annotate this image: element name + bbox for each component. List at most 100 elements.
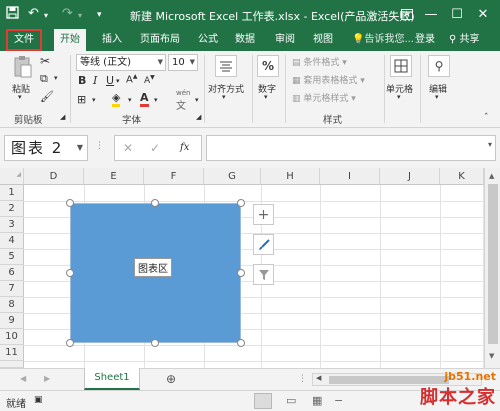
vertical-scroll-thumb[interactable]	[488, 184, 498, 344]
copy-dropdown-icon[interactable]: ▾	[54, 74, 58, 82]
column-header[interactable]: E	[84, 168, 144, 185]
tab-file[interactable]: 文件	[6, 29, 42, 51]
zoom-out-icon[interactable]: −	[334, 394, 343, 407]
format-painter-icon[interactable]: 🖌	[40, 90, 54, 103]
resize-handle[interactable]	[237, 339, 245, 347]
decrease-font-icon[interactable]: A▼	[144, 74, 155, 86]
maximize-icon[interactable]: ☐	[446, 4, 468, 24]
login-link[interactable]: 登录	[409, 29, 441, 51]
page-break-view-icon[interactable]: ▦	[312, 394, 322, 407]
row-header[interactable]: 1	[0, 185, 24, 201]
bold-button[interactable]: B	[78, 74, 86, 87]
row-header[interactable]: 6	[0, 265, 24, 281]
cell-styles-button[interactable]: ▥ 单元格样式 ▾	[292, 91, 356, 104]
font-launcher-icon[interactable]: ◢	[196, 113, 201, 121]
row-header[interactable]: 8	[0, 297, 24, 313]
borders-icon[interactable]: ⊞	[77, 93, 86, 106]
underline-button[interactable]: U	[106, 74, 114, 87]
phonetic-dropdown-icon[interactable]: ▾	[195, 96, 199, 104]
chart-styles-button[interactable]	[253, 234, 274, 255]
number-format-icon[interactable]: %	[257, 55, 279, 77]
row-header[interactable]	[0, 361, 24, 368]
chart-elements-button[interactable]: +	[253, 204, 274, 225]
collapse-ribbon-icon[interactable]: ˆ	[484, 113, 489, 123]
fill-color-icon[interactable]: ◈	[112, 91, 121, 107]
ribbon-display-icon[interactable]	[396, 4, 418, 24]
alignment-label[interactable]: 对齐方式	[208, 82, 244, 95]
clipboard-launcher-icon[interactable]: ◢	[60, 113, 65, 121]
column-header[interactable]: J	[380, 168, 440, 185]
tab-home[interactable]: 开始	[54, 29, 86, 52]
resize-handle[interactable]	[66, 199, 74, 207]
increase-font-icon[interactable]: A▲	[126, 73, 137, 85]
row-header[interactable]: 10	[0, 329, 24, 345]
conditional-formatting-button[interactable]: ▤ 条件格式 ▾	[292, 55, 347, 68]
redo-dropdown-icon[interactable]: ▾	[78, 11, 82, 20]
row-header[interactable]: 3	[0, 217, 24, 233]
save-icon[interactable]	[6, 6, 19, 23]
resize-handle[interactable]	[151, 199, 159, 207]
row-header[interactable]: 5	[0, 249, 24, 265]
column-header[interactable]: F	[144, 168, 204, 185]
redo-icon[interactable]: ↷	[62, 6, 73, 21]
copy-icon[interactable]: ⧉	[40, 72, 48, 86]
undo-icon[interactable]: ↶	[28, 6, 39, 21]
phonetic-icon[interactable]: wén 文	[176, 89, 190, 112]
tab-view[interactable]: 视图	[307, 29, 339, 51]
font-size-select[interactable]: 10 ▼	[168, 54, 198, 71]
insert-function-button[interactable]: fx	[180, 142, 189, 153]
font-name-select[interactable]: 等线 (正文) ▼	[76, 54, 166, 71]
tab-formulas[interactable]: 公式	[192, 29, 224, 51]
share-button[interactable]: ⚲ 共享	[443, 29, 486, 51]
borders-dropdown-icon[interactable]: ▾	[92, 96, 96, 104]
alignment-dropdown-icon[interactable]: ▾	[222, 93, 226, 101]
resize-handle[interactable]	[151, 339, 159, 347]
paste-dropdown-icon[interactable]: ▾	[18, 93, 22, 101]
fill-color-dropdown-icon[interactable]: ▾	[128, 96, 132, 104]
tab-page-layout[interactable]: 页面布局	[134, 29, 186, 51]
underline-dropdown-icon[interactable]: ▾	[116, 77, 120, 85]
select-all-corner[interactable]: ◢	[0, 168, 24, 185]
next-sheet-icon[interactable]: ▶	[44, 374, 50, 383]
cut-icon[interactable]: ✂	[40, 54, 50, 68]
editing-dropdown-icon[interactable]: ▾	[435, 93, 439, 101]
row-header[interactable]: 9	[0, 313, 24, 329]
prev-sheet-icon[interactable]: ◀	[20, 374, 26, 383]
resize-handle[interactable]	[66, 269, 74, 277]
vertical-scrollbar[interactable]: ▲ ▼	[484, 168, 500, 368]
more-icon[interactable]: ⋮	[298, 374, 307, 384]
name-box[interactable]: 图表 2 ▼	[4, 135, 88, 161]
enter-icon[interactable]: ✓	[150, 141, 160, 155]
row-header[interactable]: 11	[0, 345, 24, 361]
row-header[interactable]: 4	[0, 233, 24, 249]
tab-insert[interactable]: 插入	[96, 29, 128, 51]
row-header[interactable]: 2	[0, 201, 24, 217]
column-header[interactable]: D	[24, 168, 84, 185]
italic-button[interactable]: I	[93, 74, 97, 87]
column-header[interactable]: I	[320, 168, 380, 185]
resize-handle[interactable]	[237, 199, 245, 207]
chart-filters-button[interactable]	[253, 264, 274, 285]
expand-formula-icon[interactable]: ▾	[488, 140, 492, 149]
paste-icon[interactable]	[12, 55, 34, 79]
sheet-tab-sheet1[interactable]: Sheet1	[84, 368, 140, 390]
scroll-down-icon[interactable]: ▼	[489, 352, 494, 360]
column-header[interactable]: G	[204, 168, 261, 185]
normal-view-icon[interactable]	[254, 393, 272, 409]
customize-toolbar-icon[interactable]: ▾	[97, 10, 102, 20]
tab-review[interactable]: 审阅	[269, 29, 301, 51]
resize-handle[interactable]	[237, 269, 245, 277]
format-as-table-button[interactable]: ▦ 套用表格格式 ▾	[292, 73, 365, 86]
number-dropdown-icon[interactable]: ▾	[264, 93, 268, 101]
resize-handle[interactable]	[66, 339, 74, 347]
tab-data[interactable]: 数据	[229, 29, 261, 51]
cells-icon[interactable]	[390, 55, 412, 77]
column-header[interactable]: H	[261, 168, 320, 185]
find-icon[interactable]: ⚲	[428, 55, 450, 77]
scroll-left-icon[interactable]: ◀	[316, 374, 321, 382]
scroll-up-icon[interactable]: ▲	[489, 172, 494, 180]
page-layout-view-icon[interactable]: ▭	[286, 394, 296, 407]
cells-dropdown-icon[interactable]: ▾	[397, 93, 401, 101]
close-icon[interactable]: ✕	[472, 4, 494, 24]
font-color-dropdown-icon[interactable]: ▾	[154, 96, 158, 104]
